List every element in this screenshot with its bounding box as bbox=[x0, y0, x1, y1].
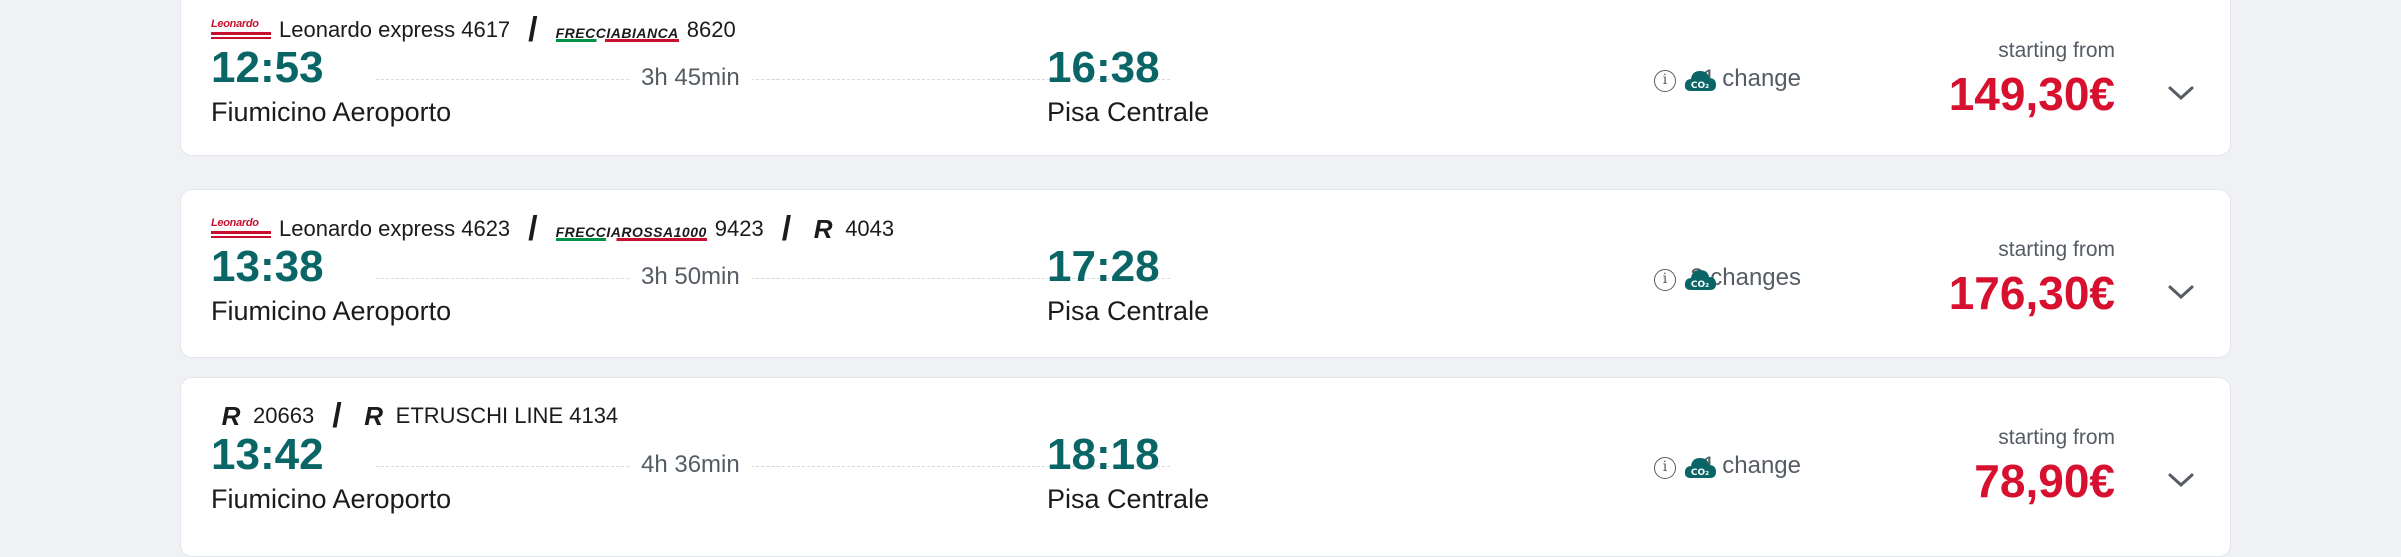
co2-cloud-icon[interactable]: CO₂ bbox=[1683, 266, 1717, 292]
train-list: Leonardo Leonardo express 4617 / FRECCIA… bbox=[211, 10, 736, 49]
arrival-station: Pisa Centrale bbox=[1047, 97, 1210, 127]
solution-card[interactable]: R 20663 / R ETRUSCHI LINE 4134 13:42 Fiu… bbox=[180, 377, 2231, 557]
info-icon[interactable]: i bbox=[1654, 70, 1676, 92]
info-icon[interactable]: i bbox=[1654, 269, 1676, 291]
train-separator: / bbox=[332, 396, 342, 435]
train-separator: / bbox=[781, 209, 792, 248]
regionale-logo: R bbox=[364, 400, 384, 431]
chevron-down-icon[interactable] bbox=[2166, 283, 2196, 301]
train-label: 20663 bbox=[253, 403, 315, 428]
train-label: 9423 bbox=[714, 216, 764, 241]
starting-from-label: starting from bbox=[1998, 426, 2115, 449]
leonardo-express-logo: Leonardo bbox=[211, 18, 271, 42]
duration: 4h 36min bbox=[629, 451, 752, 479]
arrival-time: 16:38 bbox=[1047, 43, 1160, 92]
train-separator: / bbox=[528, 209, 538, 248]
logo-text: Leonardo bbox=[211, 217, 259, 229]
price: 78,90€ bbox=[1974, 455, 2115, 507]
train-label: Leonardo express 4617 bbox=[279, 17, 511, 42]
starting-from-label: starting from bbox=[1998, 39, 2115, 62]
solution-card[interactable]: Leonardo Leonardo express 4623 / FRECCIA… bbox=[180, 189, 2231, 358]
duration: 3h 50min bbox=[629, 263, 752, 291]
frecciarossa-logo: FRECCIAROSSA1000 bbox=[555, 217, 707, 241]
arrival-time: 17:28 bbox=[1047, 242, 1160, 291]
duration: 3h 45min bbox=[629, 64, 752, 92]
regionale-logo: R bbox=[221, 400, 241, 431]
departure-station: Fiumicino Aeroporto bbox=[211, 484, 452, 514]
chevron-down-icon[interactable] bbox=[2166, 471, 2196, 489]
departure-time: 13:42 bbox=[211, 430, 324, 479]
train-separator: / bbox=[528, 10, 538, 49]
train-list: Leonardo Leonardo express 4623 / FRECCIA… bbox=[211, 209, 895, 248]
train-label: ETRUSCHI LINE 4134 bbox=[395, 403, 619, 428]
train-label: 8620 bbox=[686, 17, 736, 42]
price: 176,30€ bbox=[1948, 267, 2115, 319]
departure-time: 12:53 bbox=[211, 43, 324, 92]
co2-cloud-icon[interactable]: CO₂ bbox=[1683, 67, 1717, 93]
train-label: Leonardo express 4623 bbox=[279, 216, 511, 241]
departure-time: 13:38 bbox=[211, 242, 324, 291]
arrival-time: 18:18 bbox=[1047, 430, 1160, 479]
svg-text:CO₂: CO₂ bbox=[1691, 280, 1709, 290]
arrival-station: Pisa Centrale bbox=[1047, 296, 1210, 326]
price: 149,30€ bbox=[1948, 68, 2115, 120]
svg-text:CO₂: CO₂ bbox=[1691, 81, 1709, 91]
frecciabianca-logo: FRECCIABIANCA bbox=[555, 18, 679, 42]
departure-station: Fiumicino Aeroporto bbox=[211, 296, 452, 326]
starting-from-label: starting from bbox=[1998, 238, 2115, 261]
train-list: R 20663 / R ETRUSCHI LINE 4134 bbox=[217, 396, 619, 435]
train-label: 4043 bbox=[845, 216, 895, 241]
co2-cloud-icon[interactable]: CO₂ bbox=[1683, 454, 1717, 480]
info-icon[interactable]: i bbox=[1654, 457, 1676, 479]
logo-text: Leonardo bbox=[211, 18, 259, 30]
chevron-down-icon[interactable] bbox=[2166, 84, 2196, 102]
departure-station: Fiumicino Aeroporto bbox=[211, 97, 452, 127]
leonardo-express-logo: Leonardo bbox=[211, 217, 271, 241]
arrival-station: Pisa Centrale bbox=[1047, 484, 1210, 514]
svg-text:CO₂: CO₂ bbox=[1691, 468, 1709, 478]
solution-card[interactable]: Leonardo Leonardo express 4617 / FRECCIA… bbox=[180, 0, 2231, 156]
regionale-logo: R bbox=[813, 213, 833, 244]
